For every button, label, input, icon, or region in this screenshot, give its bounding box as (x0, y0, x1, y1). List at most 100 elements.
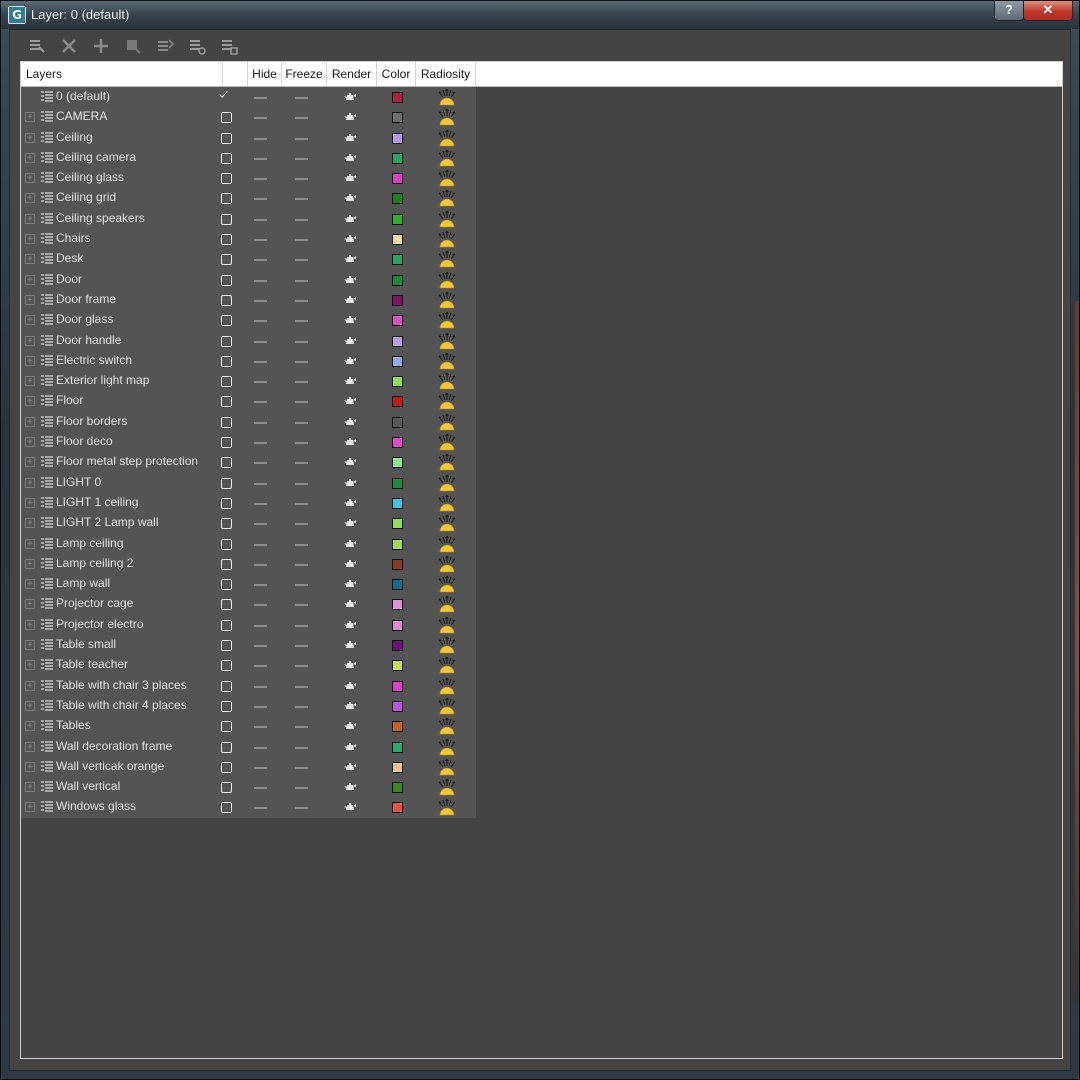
close-button[interactable]: ✕ (1023, 1, 1073, 21)
expand-toggle-icon[interactable]: + (25, 254, 35, 265)
set-current-checkbox[interactable] (221, 680, 232, 692)
freeze-toggle[interactable] (295, 279, 308, 282)
freeze-toggle[interactable] (295, 482, 308, 485)
title-bar[interactable]: G Layer: 0 (default) ? ✕ (1, 1, 1079, 29)
layer-name[interactable]: Ceiling camera (56, 150, 136, 164)
expand-toggle-icon[interactable]: + (25, 518, 35, 529)
radiosity-sun-icon[interactable] (437, 87, 457, 107)
teapot-render-icon[interactable] (344, 559, 357, 569)
layer-name[interactable]: Door handle (56, 333, 121, 347)
teapot-render-icon[interactable] (344, 92, 357, 102)
set-current-checkbox[interactable] (221, 274, 232, 286)
col-render[interactable]: Render (327, 62, 377, 86)
layer-color-swatch[interactable] (392, 213, 403, 225)
teapot-render-icon[interactable] (344, 498, 357, 508)
freeze-toggle[interactable] (295, 239, 308, 242)
layer-row[interactable]: + Door (21, 270, 476, 290)
freeze-toggle[interactable] (295, 198, 308, 201)
freeze-toggle[interactable] (295, 178, 308, 181)
set-current-checkbox[interactable] (221, 457, 232, 469)
set-current-checkbox[interactable] (221, 497, 232, 509)
set-current-checkbox[interactable] (221, 437, 232, 449)
expand-toggle-icon[interactable]: + (25, 152, 35, 163)
expand-toggle-icon[interactable]: + (25, 477, 35, 488)
radiosity-sun-icon[interactable] (437, 188, 457, 208)
layer-name[interactable]: Windows glass (56, 799, 136, 813)
layer-name[interactable]: Lamp ceiling (56, 536, 123, 550)
layer-name[interactable]: Projector electro (56, 617, 143, 631)
hide-toggle[interactable] (254, 604, 267, 607)
layer-name[interactable]: LIGHT 1 ceiling (56, 495, 138, 509)
radiosity-sun-icon[interactable] (437, 452, 457, 472)
teapot-render-icon[interactable] (344, 133, 357, 143)
select-objects-button[interactable] (121, 34, 145, 58)
teapot-render-icon[interactable] (344, 478, 357, 488)
layer-color-swatch[interactable] (392, 193, 403, 205)
expand-toggle-icon[interactable]: + (25, 497, 35, 508)
radiosity-sun-icon[interactable] (437, 148, 457, 168)
freeze-toggle[interactable] (295, 787, 308, 790)
layer-color-swatch[interactable] (392, 315, 403, 327)
layer-list-panel[interactable]: Layers Hide Freeze Render Color Radiosit… (20, 61, 1063, 1059)
freeze-toggle[interactable] (295, 442, 308, 445)
teapot-render-icon[interactable] (344, 234, 357, 244)
layer-color-swatch[interactable] (392, 660, 403, 672)
hide-toggle[interactable] (254, 401, 267, 404)
freeze-toggle[interactable] (295, 299, 308, 302)
radiosity-sun-icon[interactable] (437, 432, 457, 452)
expand-toggle-icon[interactable]: + (25, 112, 35, 123)
radiosity-sun-icon[interactable] (437, 209, 457, 229)
layer-row[interactable]: + Electric switch (21, 351, 476, 371)
freeze-toggle[interactable] (295, 421, 308, 424)
expand-toggle-icon[interactable]: + (25, 396, 35, 407)
freeze-toggle[interactable] (295, 401, 308, 404)
freeze-toggle[interactable] (295, 502, 308, 505)
hide-toggle[interactable] (254, 178, 267, 181)
layer-color-swatch[interactable] (392, 497, 403, 509)
expand-toggle-icon[interactable]: + (25, 274, 35, 285)
expand-toggle-icon[interactable]: + (25, 660, 35, 671)
layer-row[interactable]: + Projector cage (21, 594, 476, 614)
set-current-checkbox[interactable] (221, 213, 232, 225)
set-current-checkbox[interactable] (221, 376, 232, 388)
set-current-checkbox[interactable] (221, 254, 232, 266)
layer-color-swatch[interactable] (392, 396, 403, 408)
expand-toggle-icon[interactable]: + (25, 335, 35, 346)
layer-name[interactable]: Lamp ceiling 2 (56, 556, 133, 570)
highlight-layer-button[interactable] (153, 34, 177, 58)
hide-toggle[interactable] (254, 360, 267, 363)
expand-toggle-icon[interactable]: + (25, 132, 35, 143)
set-current-checkbox[interactable] (221, 152, 232, 164)
hide-toggle[interactable] (254, 685, 267, 688)
expand-toggle-icon[interactable]: + (25, 193, 35, 204)
layer-color-swatch[interactable] (392, 437, 403, 449)
freeze-toggle[interactable] (295, 645, 308, 648)
set-current-checkbox[interactable] (221, 741, 232, 753)
set-current-checkbox[interactable] (221, 640, 232, 652)
layer-name[interactable]: Floor metal step protection (56, 454, 198, 468)
radiosity-sun-icon[interactable] (437, 391, 457, 411)
layer-name[interactable]: 0 (default) (56, 89, 110, 103)
col-color[interactable]: Color (377, 62, 416, 86)
radiosity-sun-icon[interactable] (437, 554, 457, 574)
hide-toggle[interactable] (254, 117, 267, 120)
layer-name[interactable]: Projector cage (56, 596, 133, 610)
radiosity-sun-icon[interactable] (437, 493, 457, 513)
layer-name[interactable]: Floor borders (56, 414, 127, 428)
delete-layer-button[interactable] (57, 34, 81, 58)
expand-toggle-icon[interactable]: + (25, 376, 35, 387)
layer-row[interactable]: + Door glass (21, 310, 476, 330)
layer-row[interactable]: + Ceiling (21, 128, 476, 148)
layer-name[interactable]: Table teacher (56, 657, 128, 671)
layer-name[interactable]: Ceiling grid (56, 190, 116, 204)
layer-color-swatch[interactable] (392, 477, 403, 489)
set-current-checkbox[interactable] (221, 761, 232, 773)
expand-toggle-icon[interactable]: + (25, 721, 35, 732)
layer-row[interactable]: + Table with chair 3 places (21, 676, 476, 696)
freeze-toggle[interactable] (295, 685, 308, 688)
layer-name[interactable]: Table small (56, 637, 116, 651)
layer-color-swatch[interactable] (392, 92, 403, 103)
layer-row[interactable]: + Door handle (21, 331, 476, 351)
radiosity-sun-icon[interactable] (437, 513, 457, 533)
layer-color-swatch[interactable] (392, 700, 403, 712)
